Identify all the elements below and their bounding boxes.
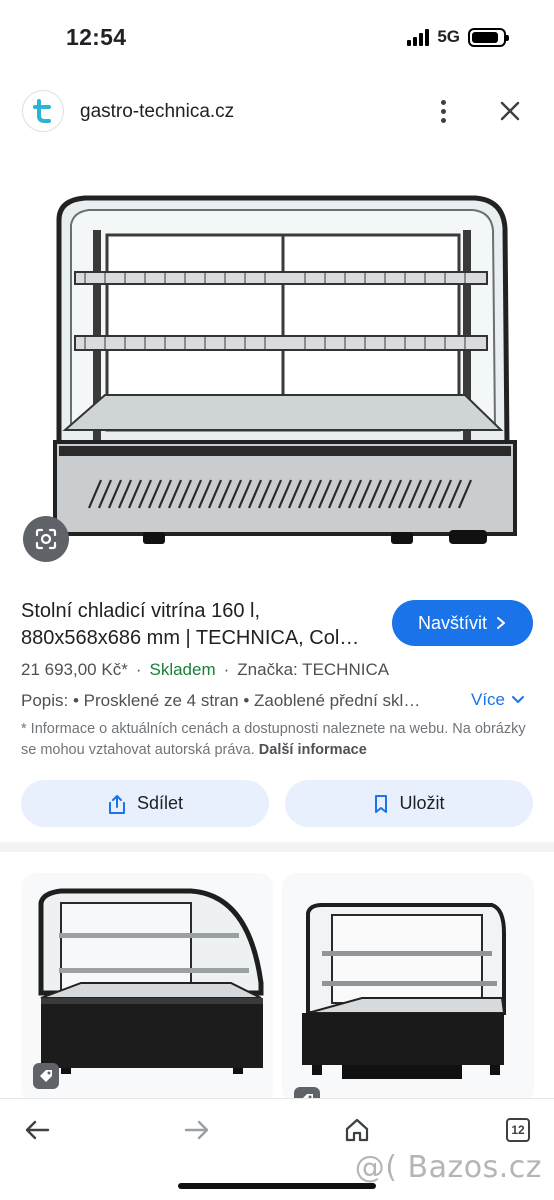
site-domain[interactable]: gastro-technica.cz — [80, 101, 234, 123]
site-favicon[interactable] — [22, 90, 64, 132]
display-case-image — [302, 903, 506, 1079]
site-header: gastro-technica.cz — [0, 86, 554, 138]
google-lens-button[interactable] — [23, 516, 69, 562]
status-bar: 12:54 5G — [0, 0, 554, 75]
more-info-link[interactable]: Další informace — [259, 742, 367, 758]
tabs-count: 12 — [506, 1118, 530, 1142]
watermark: @( Bazos.cz — [354, 1150, 542, 1185]
battery-icon — [468, 27, 509, 47]
tag-icon — [33, 1063, 59, 1089]
close-icon[interactable] — [496, 97, 524, 125]
display-case-image — [53, 195, 517, 544]
product-description: Popis: • Prosklené ze 4 stran • Zaoblené… — [21, 691, 421, 710]
back-icon[interactable] — [22, 1115, 52, 1145]
network-type: 5G — [437, 27, 460, 46]
disclaimer: * Informace o aktuálních cenách a dostup… — [21, 721, 526, 758]
bookmark-icon — [375, 794, 388, 813]
product-title[interactable]: Stolní chladicí vitrína 160 l, 880x568x6… — [21, 598, 381, 652]
product-meta: 21 693,00 Kč* · Skladem · Značka: TECHNICA — [21, 660, 390, 679]
home-indicator[interactable] — [178, 1183, 376, 1189]
share-button[interactable]: Sdílet — [21, 780, 269, 827]
signal-icon — [407, 28, 430, 46]
more-options-icon[interactable] — [432, 96, 454, 126]
brand: Značka: TECHNICA — [237, 660, 390, 679]
status-time: 12:54 — [66, 24, 127, 50]
section-divider — [0, 842, 554, 852]
related-image-2[interactable] — [282, 873, 534, 1103]
status-indicators: 5G — [407, 27, 509, 47]
chevron-down-icon — [512, 696, 525, 703]
home-icon[interactable] — [342, 1115, 372, 1145]
save-button[interactable]: Uložit — [285, 780, 533, 827]
visit-button[interactable]: Navštívit — [392, 600, 533, 646]
chevron-right-icon — [497, 617, 505, 629]
battery-level — [472, 31, 498, 43]
stock-status: Skladem — [149, 660, 216, 679]
product-image[interactable] — [45, 180, 525, 560]
price: 21 693,00 Kč* — [21, 660, 128, 679]
share-icon — [108, 794, 125, 814]
tabs-button[interactable]: 12 — [503, 1115, 533, 1145]
technica-logo-icon — [33, 99, 51, 123]
more-button[interactable]: Více — [471, 690, 525, 710]
forward-icon[interactable] — [182, 1115, 212, 1145]
related-image-1[interactable] — [21, 873, 273, 1103]
lens-icon — [35, 528, 57, 550]
